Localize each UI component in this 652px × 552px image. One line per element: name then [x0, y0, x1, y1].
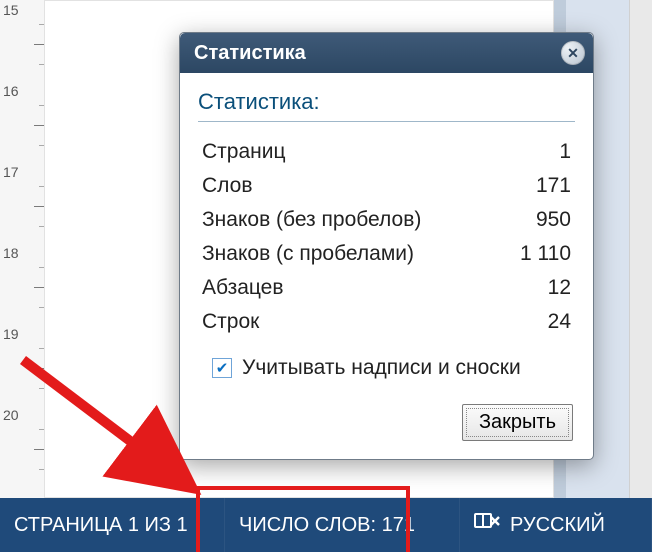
vertical-scrollbar[interactable] [629, 0, 652, 498]
status-language[interactable]: РУССКИЙ [460, 498, 652, 552]
close-button[interactable]: Закрыть [462, 404, 573, 441]
table-row: Абзацев 12 [200, 272, 573, 304]
stat-label: Страниц [200, 136, 498, 168]
ruler-mark: 16 [3, 83, 41, 99]
statistics-dialog: Статистика ✕ Статистика: Страниц 1 Слов … [179, 32, 594, 460]
dialog-title: Статистика [194, 42, 561, 65]
status-language-text: РУССКИЙ [510, 514, 605, 537]
include-textboxes-row[interactable]: ✔ Учитывать надписи и сноски [198, 356, 575, 380]
stat-label: Абзацев [200, 272, 498, 304]
stat-value: 24 [500, 306, 573, 338]
stat-value: 950 [500, 204, 573, 236]
stat-label: Строк [200, 306, 498, 338]
checkbox-label: Учитывать надписи и сноски [242, 356, 521, 380]
close-icon[interactable]: ✕ [561, 41, 585, 65]
table-row: Строк 24 [200, 306, 573, 338]
ruler-mark: 19 [3, 326, 41, 342]
status-page-text: СТРАНИЦА 1 ИЗ 1 [14, 514, 188, 537]
vertical-ruler: 15 16 17 18 19 20 [0, 0, 45, 498]
ruler-mark: 20 [3, 407, 41, 423]
stats-table: Страниц 1 Слов 171 Знаков (без пробелов)… [198, 134, 575, 340]
ruler-mark: 17 [3, 164, 41, 180]
checkbox-checked-icon[interactable]: ✔ [212, 358, 232, 378]
status-page[interactable]: СТРАНИЦА 1 ИЗ 1 [0, 498, 225, 552]
stat-value: 1 110 [500, 238, 573, 270]
stat-label: Знаков (без пробелов) [200, 204, 498, 236]
table-row: Слов 171 [200, 170, 573, 202]
status-word-count[interactable]: ЧИСЛО СЛОВ: 171 [225, 498, 460, 552]
stat-label: Знаков (с пробелами) [200, 238, 498, 270]
status-bar: СТРАНИЦА 1 ИЗ 1 ЧИСЛО СЛОВ: 171 РУССКИЙ [0, 498, 652, 552]
dialog-titlebar[interactable]: Статистика ✕ [180, 33, 593, 73]
ruler-mark: 18 [3, 245, 41, 261]
ruler-mark: 15 [3, 2, 41, 18]
stat-value: 12 [500, 272, 573, 304]
table-row: Знаков (без пробелов) 950 [200, 204, 573, 236]
section-title: Статистика: [198, 83, 575, 122]
stat-label: Слов [200, 170, 498, 202]
status-word-count-text: ЧИСЛО СЛОВ: 171 [239, 514, 415, 537]
proofing-icon [474, 511, 500, 539]
table-row: Знаков (с пробелами) 1 110 [200, 238, 573, 270]
stat-value: 1 [500, 136, 573, 168]
stat-value: 171 [500, 170, 573, 202]
table-row: Страниц 1 [200, 136, 573, 168]
